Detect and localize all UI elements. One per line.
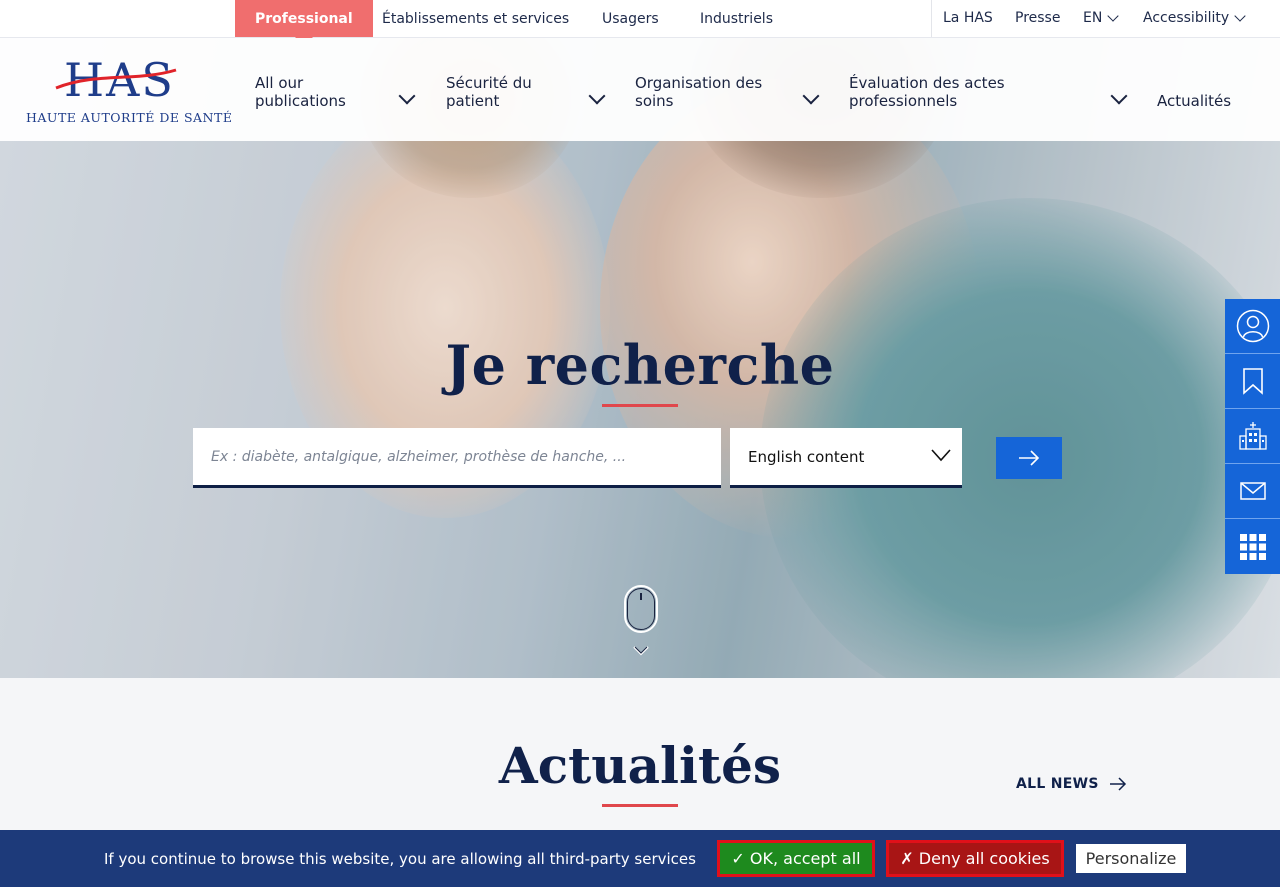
nav-securite-patient[interactable]: Sécurité du patient — [446, 74, 556, 110]
chevron-down-icon[interactable] — [802, 87, 820, 105]
user-icon — [1236, 309, 1269, 343]
has-logo[interactable]: HAS HAUTE AUTORITÉ DE SANTÉ — [26, 52, 233, 126]
chevron-down-icon[interactable] — [588, 87, 606, 105]
personalize-cookies-button[interactable]: Personalize — [1076, 844, 1186, 873]
content-language-value: English content — [748, 448, 865, 466]
tab-industriels[interactable]: Industriels — [700, 0, 773, 37]
nav-actualites[interactable]: Actualités — [1157, 92, 1231, 110]
mail-icon — [1239, 482, 1266, 500]
chevron-down-icon — [1107, 9, 1119, 22]
content-language-select[interactable]: English content — [730, 428, 962, 488]
presse-link[interactable]: Presse — [1015, 0, 1060, 36]
nav-all-publications[interactable]: All our publications — [255, 74, 375, 110]
chevron-down-icon — [1234, 9, 1246, 22]
hospital-icon — [1238, 422, 1267, 450]
dock-bookmarks-button[interactable] — [1225, 354, 1280, 409]
has-logo-caption: HAUTE AUTORITÉ DE SANTÉ — [26, 110, 233, 125]
bookmark-icon — [1242, 368, 1263, 395]
accessibility-label: Accessibility — [1143, 10, 1230, 26]
arrow-right-icon — [1019, 450, 1040, 466]
has-logo-mark: HAS — [55, 53, 177, 107]
language-switcher[interactable]: EN — [1083, 0, 1119, 36]
mouse-scroll-icon — [624, 585, 658, 656]
all-news-label: ALL NEWS — [1016, 776, 1099, 792]
hero-title: Je recherche — [445, 333, 835, 397]
news-title-underline — [602, 804, 678, 807]
arrow-right-icon — [1109, 777, 1126, 791]
audience-bar: Professional Établissements et services … — [0, 0, 1280, 46]
dock-establishments-button[interactable] — [1225, 409, 1280, 464]
cookie-message: If you continue to browse this website, … — [104, 850, 696, 868]
tab-usagers[interactable]: Usagers — [602, 0, 659, 37]
topbar-divider — [931, 0, 932, 37]
dock-contact-button[interactable] — [1225, 464, 1280, 519]
chevron-down-icon[interactable] — [1110, 87, 1128, 105]
dock-apps-button[interactable] — [1225, 519, 1280, 574]
all-news-link[interactable]: ALL NEWS — [1016, 776, 1127, 792]
nav-organisation-soins[interactable]: Organisation des soins — [635, 74, 775, 110]
search-input[interactable] — [193, 428, 721, 485]
accept-cookies-button[interactable]: ✓ OK, accept all — [717, 840, 875, 877]
deny-cookies-button[interactable]: ✗ Deny all cookies — [886, 840, 1064, 877]
hero-title-underline — [602, 404, 678, 407]
la-has-link[interactable]: La HAS — [943, 0, 993, 36]
nav-evaluation-actes[interactable]: Évaluation des actes professionnels — [849, 74, 1079, 110]
dock-account-button[interactable] — [1225, 299, 1280, 354]
cookie-consent-bar: If you continue to browse this website, … — [0, 830, 1280, 887]
chevron-down-icon[interactable] — [398, 87, 416, 105]
grid-icon — [1239, 533, 1266, 560]
tab-etablissements[interactable]: Établissements et services — [382, 0, 569, 37]
accessibility-menu[interactable]: Accessibility — [1143, 0, 1246, 36]
search-submit-button[interactable] — [996, 437, 1062, 479]
scroll-down-button[interactable] — [622, 584, 660, 662]
language-label: EN — [1083, 10, 1103, 26]
search-box — [193, 428, 721, 488]
main-navigation: HAS HAUTE AUTORITÉ DE SANTÉ All our publ… — [0, 38, 1280, 141]
chevron-down-icon — [931, 449, 951, 462]
quick-access-dock — [1225, 299, 1280, 574]
tab-professional[interactable]: Professional — [235, 0, 373, 46]
